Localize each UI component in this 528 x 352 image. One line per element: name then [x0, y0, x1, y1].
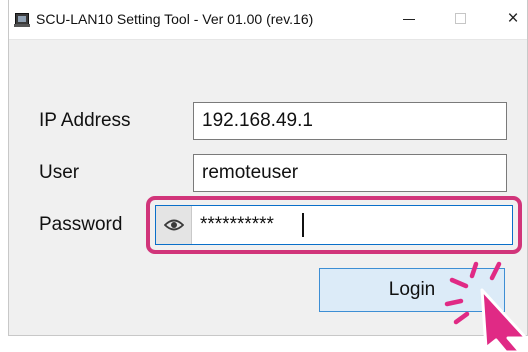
hand-pointer-icon	[480, 288, 528, 352]
ip-address-label: IP Address	[39, 110, 131, 131]
window-title: SCU-LAN10 Setting Tool - Ver 01.00 (rev.…	[36, 11, 314, 27]
password-field[interactable]: **********	[155, 205, 513, 245]
screenshot-canvas: SCU-LAN10 Setting Tool - Ver 01.00 (rev.…	[0, 0, 528, 352]
ip-address-field[interactable]: 192.168.49.1	[193, 102, 507, 140]
maximize-button[interactable]	[449, 8, 473, 30]
title-bar: SCU-LAN10 Setting Tool - Ver 01.00 (rev.…	[9, 0, 527, 40]
click-pointer-overlay	[444, 261, 528, 352]
minimize-button[interactable]	[397, 8, 421, 30]
password-value: **********	[200, 214, 274, 235]
eye-icon	[164, 219, 184, 231]
password-label: Password	[39, 214, 123, 235]
text-caret	[302, 213, 304, 237]
user-label: User	[39, 162, 80, 183]
user-field[interactable]: remoteuser	[193, 154, 507, 192]
show-password-button[interactable]	[156, 206, 192, 244]
close-button[interactable]: ×	[501, 8, 525, 30]
app-icon	[14, 13, 30, 27]
